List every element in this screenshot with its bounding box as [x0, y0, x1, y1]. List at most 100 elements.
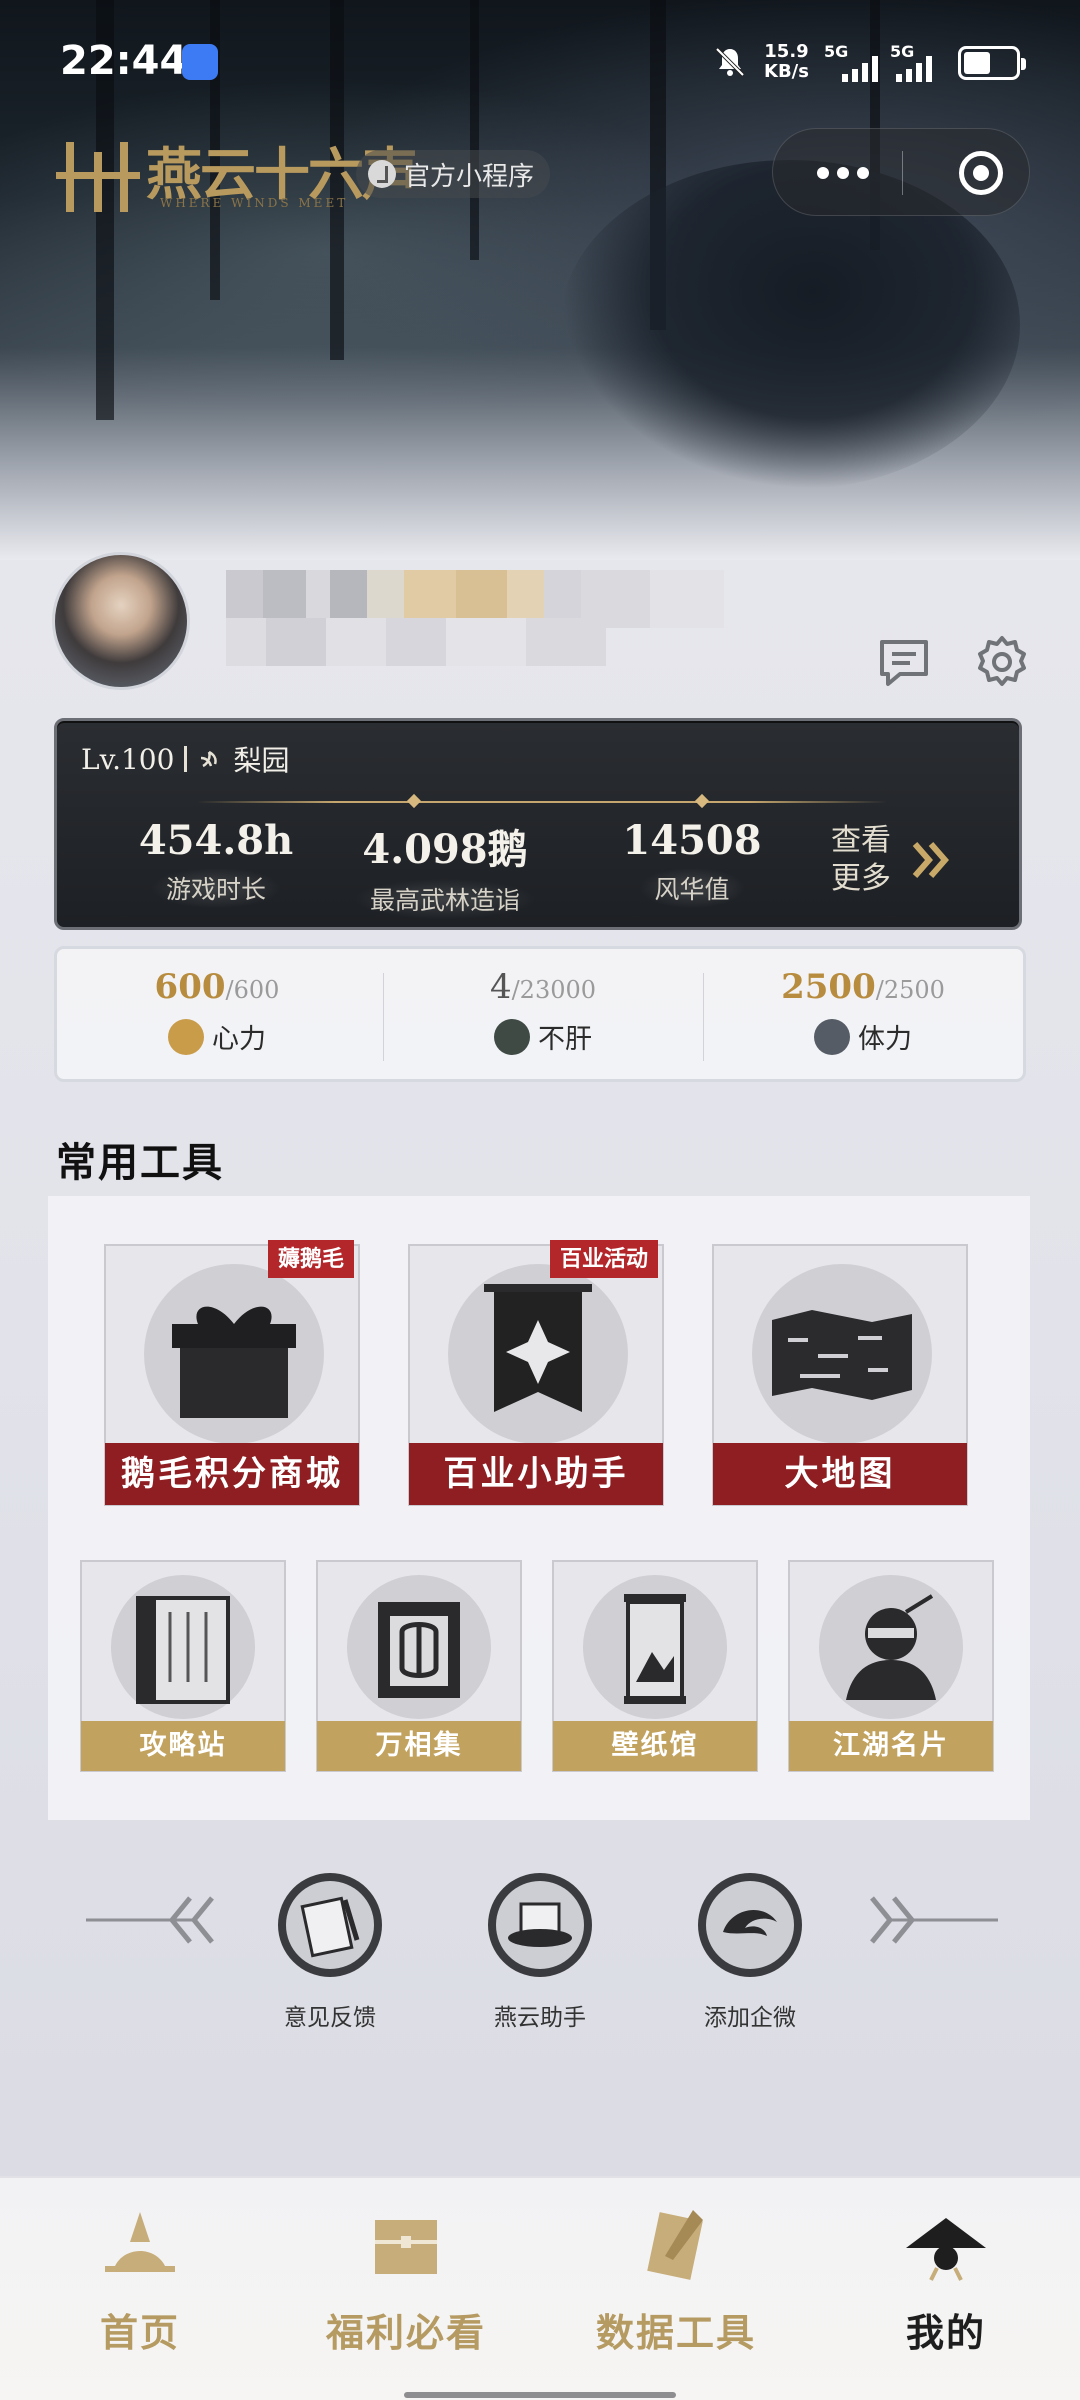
treasure-chest-icon — [375, 2220, 437, 2274]
stat-martial-level: 4.098鹅 最高武林造诣 — [340, 817, 550, 919]
battery-icon — [958, 46, 1026, 80]
tool-world-map[interactable]: 大地图 — [712, 1244, 968, 1506]
section-title-tools: 常用工具 — [56, 1139, 224, 1186]
resource-name: 不肝 — [538, 1024, 592, 1055]
view-more-label: 查看 更多 — [831, 823, 891, 896]
player-sect: 梨园 — [233, 744, 290, 777]
resource-amount: 4/23000 — [489, 967, 597, 1007]
tool-wallpaper-gallery[interactable]: 壁纸馆 — [552, 1560, 758, 1772]
nav-label: 首页 — [99, 2310, 180, 2355]
stat-value: 454.8h — [138, 817, 294, 864]
resource-amount: 600/600 — [154, 967, 280, 1007]
stat-value: 4.098鹅 — [362, 826, 528, 873]
tool-jianghu-card[interactable]: 江湖名片 — [788, 1560, 994, 1772]
resource-buguan: 4/23000 不肝 — [383, 967, 703, 1056]
ornament-left — [86, 1896, 214, 1944]
tool-tag: 百业活动 — [549, 1240, 658, 1278]
message-icon[interactable] — [874, 632, 934, 692]
stat-value: 14508 — [622, 817, 762, 864]
player-level: Lv.100 — [81, 742, 175, 776]
tools-panel: 薅鹅毛 鹅毛积分商城 百业活动 百业小助手 大地图 攻略站 万相集 壁纸馆 江湖… — [48, 1196, 1030, 1820]
avatar[interactable] — [52, 552, 190, 690]
view-more-button[interactable]: 查看 更多 — [831, 817, 1001, 903]
stat-elegance: 14508 风华值 — [587, 817, 797, 908]
mountain-home-icon — [105, 2212, 175, 2272]
nav-data-tools[interactable]: 数据工具 — [556, 2206, 796, 2357]
ornament-right — [870, 1896, 998, 1944]
home-indicator[interactable] — [404, 2392, 676, 2398]
resource-stamina-mind: 600/600 心力 — [57, 967, 377, 1056]
tool-guide-station[interactable]: 攻略站 — [80, 1560, 286, 1772]
gift-box-icon — [144, 1264, 324, 1444]
resources-card: 600/600 心力 4/23000 不肝 2500/2500 体力 — [54, 946, 1026, 1082]
settings-gear-icon[interactable] — [972, 632, 1032, 692]
more-options-icon[interactable] — [817, 167, 869, 179]
map-scroll-icon — [752, 1264, 932, 1444]
net-speed-value: 15.9 — [764, 41, 809, 62]
user-id-blurred — [226, 618, 606, 666]
stat-play-time: 454.8h 游戏时长 — [111, 817, 321, 908]
status-time: 22:44 — [60, 38, 188, 84]
nav-label: 数据工具 — [595, 2310, 756, 2355]
tool-label: 万相集 — [317, 1721, 521, 1771]
nav-mine[interactable]: 我的 — [826, 2206, 1066, 2357]
double-chevron-right-icon — [912, 842, 949, 878]
signal-icon-2 — [896, 56, 932, 82]
game-logo-subtitle: WHERE WINDS MEET — [160, 196, 349, 210]
extra-label: 燕云助手 — [494, 2005, 586, 2031]
tool-goose-feather-shop[interactable]: 薅鹅毛 鹅毛积分商城 — [104, 1240, 360, 1506]
tool-tag: 薅鹅毛 — [267, 1240, 354, 1278]
resource-stamina: 2500/2500 体力 — [703, 967, 1023, 1056]
resource-amount: 2500/2500 — [781, 967, 945, 1007]
bamboo-hat-icon — [906, 2218, 986, 2281]
yanyun-assistant-button[interactable]: 燕云助手 — [460, 1870, 620, 2032]
level-line: Lv.100 梨园 — [81, 739, 289, 779]
net-speed-unit: KB/s — [764, 61, 809, 82]
ornament-divider — [197, 801, 887, 803]
card-portrait-icon — [819, 1575, 963, 1719]
nav-benefits[interactable]: 福利必看 — [286, 2206, 526, 2357]
tool-wanxiang-collection[interactable]: 万相集 — [316, 1560, 522, 1772]
close-miniprogram-icon[interactable] — [959, 151, 1003, 195]
wardrobe-icon — [347, 1575, 491, 1719]
nav-home[interactable]: 首页 — [20, 2206, 260, 2357]
nav-label: 福利必看 — [325, 2310, 486, 2355]
guide-book-icon — [111, 1575, 255, 1719]
turtle-icon — [494, 1018, 530, 1055]
mute-icon — [715, 47, 745, 77]
add-wecom-button[interactable]: 添加企微 — [670, 1870, 830, 2032]
nav-label: 我的 — [905, 2310, 986, 2355]
app-notification-icon — [182, 44, 218, 80]
official-label: 官方小程序 — [404, 161, 535, 192]
stat-label: 游戏时长 — [151, 868, 280, 908]
sect-icon — [201, 750, 218, 768]
net-speed: 15.9 KB/s — [764, 42, 809, 82]
tool-baiye-helper[interactable]: 百业活动 百业小助手 — [408, 1240, 664, 1506]
feedback-button[interactable]: 意见反馈 — [250, 1870, 410, 2032]
miniprogram-icon — [368, 160, 396, 188]
stat-label: 风华值 — [640, 868, 744, 908]
player-stats-card: Lv.100 梨园 454.8h 游戏时长 4.098鹅 最高武林造诣 1450… — [54, 718, 1022, 930]
stamina-icon — [814, 1018, 850, 1055]
tool-label: 攻略站 — [81, 1721, 285, 1771]
extra-label: 意见反馈 — [284, 2005, 376, 2031]
resource-name: 心力 — [212, 1024, 266, 1055]
official-miniprogram-badge[interactable]: 官方小程序 — [356, 150, 551, 198]
signal-icon — [842, 56, 878, 82]
extra-label: 添加企微 — [704, 2005, 796, 2031]
stat-label: 最高武林造诣 — [355, 879, 534, 919]
miniprogram-capsule — [772, 128, 1030, 216]
resource-name: 体力 — [858, 1024, 912, 1055]
feedback-icon — [278, 1873, 382, 1977]
status-bar: 22:44 15.9 KB/s 5G 5G — [0, 0, 1080, 120]
dragon-icon — [698, 1873, 802, 1977]
bottom-navigation: 首页 福利必看 数据工具 我的 — [0, 2176, 1080, 2400]
tool-label: 鹅毛积分商城 — [105, 1443, 359, 1505]
tool-label: 百业小助手 — [409, 1443, 663, 1505]
tool-label: 壁纸馆 — [553, 1721, 757, 1771]
tool-label: 大地图 — [713, 1443, 967, 1505]
heart-power-icon — [168, 1018, 204, 1055]
wallpaper-scroll-icon — [583, 1575, 727, 1719]
scroll-brush-icon — [647, 2210, 703, 2280]
tool-label: 江湖名片 — [789, 1721, 993, 1771]
